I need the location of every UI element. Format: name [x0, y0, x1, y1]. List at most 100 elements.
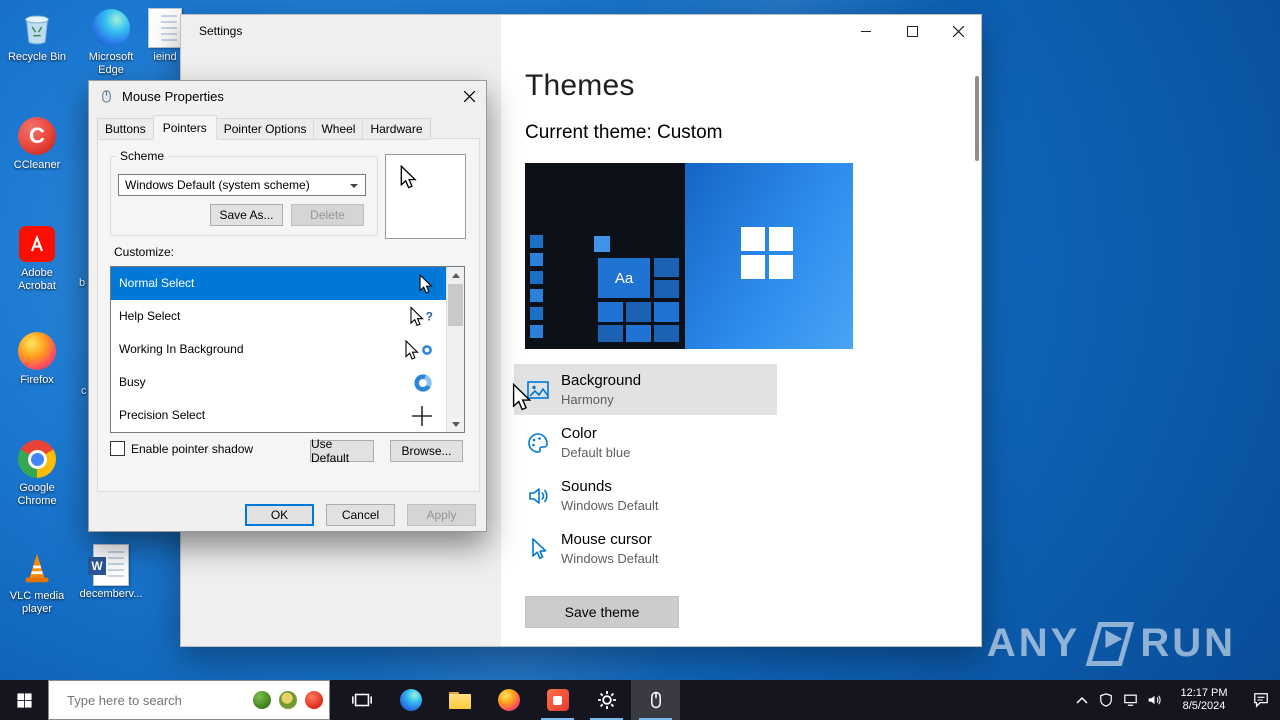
pointers-tab-panel: Scheme Windows Default (system scheme) S…: [97, 138, 480, 492]
desktop-icon-label: CCleaner: [13, 159, 61, 171]
desktop-icon-vlc[interactable]: VLC media player: [1, 547, 73, 616]
show-hidden-icons-button[interactable]: [1070, 680, 1094, 720]
action-center-icon: [1254, 693, 1268, 708]
file-explorer-icon: [448, 691, 471, 709]
pointer-row-busy[interactable]: Busy: [111, 366, 455, 399]
theme-row-value: Windows Default: [561, 551, 659, 566]
taskbar-sample-app-button[interactable]: [533, 680, 582, 720]
taskbar-search-box[interactable]: [48, 680, 330, 720]
pointer-row-working-in-background[interactable]: Working In Background: [111, 333, 455, 366]
theme-row-title: Mouse cursor: [561, 531, 652, 548]
watermark-text-any: ANY: [986, 621, 1081, 665]
desktop-icon-december-doc[interactable]: W decemberv...: [75, 544, 147, 601]
desktop-icon-adobe-acrobat[interactable]: Adobe Acrobat: [1, 224, 73, 293]
tab-wheel[interactable]: Wheel: [313, 118, 364, 140]
start-button[interactable]: [0, 680, 48, 720]
desktop-icon-recycle-bin[interactable]: Recycle Bin: [1, 8, 73, 64]
scroll-down-icon[interactable]: [447, 416, 464, 432]
arrow-cursor-preview: [400, 165, 416, 189]
customize-label: Customize:: [114, 245, 175, 259]
word-document-icon: W: [88, 544, 131, 586]
taskbar-firefox-button[interactable]: [484, 680, 533, 720]
theme-row-color[interactable]: Color Default blue: [514, 417, 777, 468]
desktop: Recycle Bin C CCleaner Adobe Acrobat Fir…: [0, 0, 1280, 720]
desktop-icon-ccleaner[interactable]: C CCleaner: [1, 116, 73, 172]
vlc-icon: [17, 547, 57, 587]
mouse-properties-dialog: Mouse Properties Buttons Pointers Pointe…: [88, 80, 487, 532]
chrome-icon: [17, 439, 57, 479]
taskbar-edge-button[interactable]: [386, 680, 435, 720]
ok-button[interactable]: OK: [245, 504, 314, 526]
background-icon: [526, 378, 550, 402]
current-theme-label: Current theme: Custom: [525, 122, 723, 143]
network-button[interactable]: [1118, 680, 1142, 720]
normal-select-cursor-icon: [419, 273, 433, 294]
volume-button[interactable]: [1142, 680, 1166, 720]
delete-button[interactable]: Delete: [291, 204, 364, 226]
desktop-icon-label: Google Chrome: [17, 482, 57, 507]
firefox-icon: [497, 689, 520, 711]
speaker-icon: [1148, 695, 1161, 705]
taskbar-settings-button[interactable]: [582, 680, 631, 720]
scheme-dropdown[interactable]: Windows Default (system scheme): [118, 174, 366, 196]
action-center-button[interactable]: [1242, 680, 1280, 720]
gear-icon: [597, 691, 616, 709]
desktop-icon-label: VLC media player: [9, 590, 65, 615]
listbox-scrollbar[interactable]: [446, 267, 464, 432]
theme-row-background[interactable]: Background Harmony: [514, 364, 777, 415]
tab-hardware[interactable]: Hardware: [362, 118, 431, 140]
taskbar-clock[interactable]: 12:17 PM 8/5/2024: [1166, 680, 1242, 720]
pointer-row-precision-select[interactable]: Precision Select: [111, 399, 455, 432]
dialog-tabs: Buttons Pointers Pointer Options Wheel H…: [97, 115, 431, 140]
file-icon: [145, 8, 185, 48]
scrollbar-thumb[interactable]: [448, 284, 463, 326]
theme-row-mouse-cursor[interactable]: Mouse cursor Windows Default: [514, 523, 777, 574]
desktop-icon-label: decemberv...: [79, 588, 143, 600]
cancel-button[interactable]: Cancel: [326, 504, 395, 526]
tab-buttons[interactable]: Buttons: [97, 118, 154, 140]
task-view-button[interactable]: [337, 680, 386, 720]
theme-row-value: Windows Default: [561, 498, 659, 513]
scheme-dropdown-value: Windows Default (system scheme): [125, 178, 310, 192]
pointer-row-label: Help Select: [119, 309, 181, 323]
clock-time: 12:17 PM: [1180, 687, 1228, 699]
pointer-row-help-select[interactable]: Help Select ?: [111, 300, 455, 333]
page-title: Themes: [525, 69, 635, 102]
save-as-button[interactable]: Save As...: [210, 204, 283, 226]
taskbar-mouse-properties-button[interactable]: [631, 680, 680, 720]
tab-pointer-options[interactable]: Pointer Options: [215, 118, 315, 140]
search-input[interactable]: [65, 691, 245, 709]
ccleaner-icon: C: [17, 116, 57, 156]
minimize-button[interactable]: [843, 15, 889, 47]
tray-app-button[interactable]: [1094, 680, 1118, 720]
anyrun-watermark: ANY RUN: [987, 621, 1236, 666]
pointer-row-normal-select[interactable]: Normal Select: [111, 267, 455, 300]
edge-icon: [91, 8, 131, 48]
taskbar-file-explorer-button[interactable]: [435, 680, 484, 720]
pointer-preview-box: [385, 154, 466, 239]
browse-button[interactable]: Browse...: [390, 440, 463, 462]
desktop-icon-firefox[interactable]: Firefox: [1, 331, 73, 387]
mouse-icon: [650, 691, 661, 709]
theme-row-sounds[interactable]: Sounds Windows Default: [514, 470, 777, 521]
close-button[interactable]: [935, 15, 981, 47]
windows-logo-icon: [741, 227, 793, 279]
apply-button[interactable]: Apply: [407, 504, 476, 526]
save-theme-button[interactable]: Save theme: [525, 596, 679, 628]
dialog-close-button[interactable]: [452, 81, 486, 111]
settings-scrollbar-thumb[interactable]: [975, 76, 979, 161]
pointer-row-label: Busy: [119, 375, 146, 389]
scroll-up-icon[interactable]: [447, 267, 464, 283]
desktop-icon-google-chrome[interactable]: Google Chrome: [1, 439, 73, 508]
maximize-button[interactable]: [889, 15, 935, 47]
dialog-titlebar[interactable]: Mouse Properties: [89, 81, 486, 111]
enable-pointer-shadow-checkbox[interactable]: Enable pointer shadow: [110, 441, 253, 456]
use-default-button[interactable]: Use Default: [310, 437, 374, 465]
anyrun-logo-icon: [1086, 621, 1135, 666]
checkbox-box[interactable]: [110, 441, 125, 456]
mouse-cursor-icon: [526, 537, 550, 561]
dialog-title: Mouse Properties: [122, 88, 224, 104]
pointer-row-label: Precision Select: [119, 408, 206, 422]
tab-pointers[interactable]: Pointers: [152, 115, 217, 140]
system-tray: 12:17 PM 8/5/2024: [1070, 680, 1280, 720]
